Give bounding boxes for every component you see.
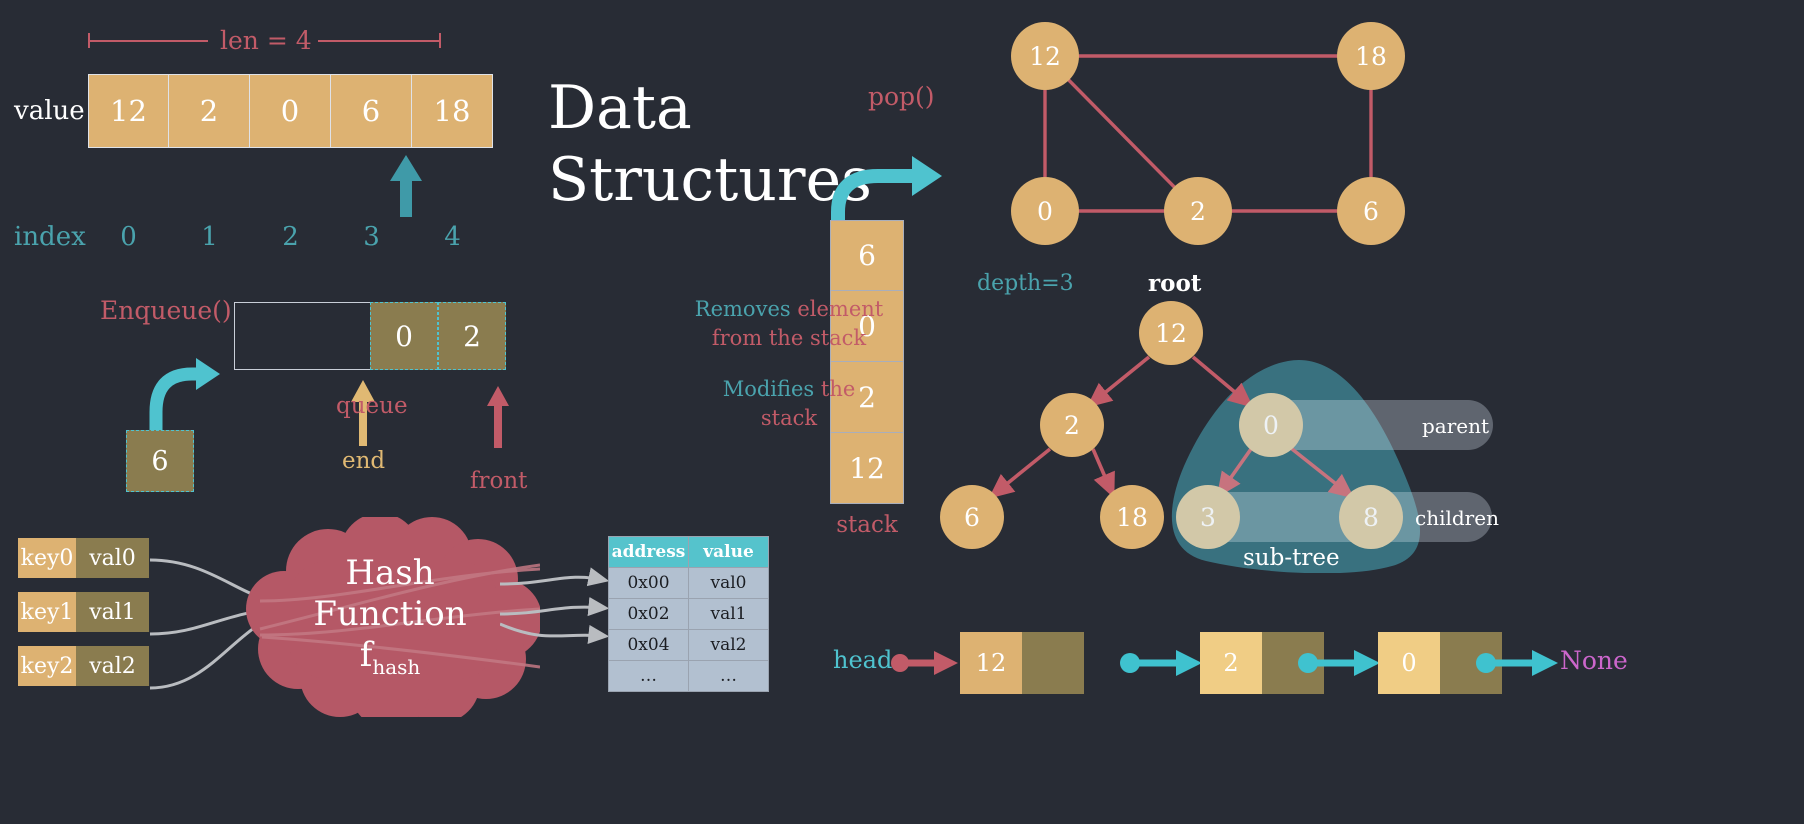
hash-cloud-line: Hash [345, 552, 435, 593]
table-header-value: value [688, 536, 769, 568]
linked-list-node-value: 0 [1378, 632, 1440, 694]
table-cell-address: … [608, 660, 689, 692]
hash-cloud-line: Function [313, 593, 467, 634]
tree-section: depth=3 root parent children 12 2 0 6 18… [0, 0, 1804, 600]
table-row[interactable]: 0x04 val2 [608, 629, 769, 661]
linked-list-section: head 12 2 0 None [820, 620, 1804, 824]
table-header-row: address value [608, 536, 769, 568]
tree-node-child[interactable]: 3 [1176, 485, 1240, 549]
hash-f-base: f [359, 634, 373, 675]
linked-list-head-label: head [833, 646, 893, 674]
infographic-canvas: Data Structures len = 4 value 12 2 0 6 1… [0, 0, 1804, 824]
hash-value[interactable]: val1 [76, 592, 149, 632]
tree-node[interactable]: 6 [940, 485, 1004, 549]
hash-value[interactable]: val0 [76, 538, 149, 578]
linked-list-node-pointer [1022, 632, 1084, 694]
hash-output-connectors [500, 567, 610, 645]
linked-list-node-value: 2 [1200, 632, 1262, 694]
hash-key[interactable]: key0 [18, 538, 76, 578]
table-cell-value: val0 [688, 567, 769, 599]
linked-list-node-value: 12 [960, 632, 1022, 694]
table-cell-address: 0x04 [608, 629, 689, 661]
table-row[interactable]: … … [608, 660, 769, 692]
linked-list-null-label: None [1560, 646, 1628, 675]
tree-node-root[interactable]: 12 [1139, 301, 1203, 365]
tree-node[interactable]: 2 [1040, 393, 1104, 457]
tree-node-child[interactable]: 8 [1339, 485, 1403, 549]
next-pointer-arrow-icon [1476, 650, 1558, 676]
next-pointer-arrow-icon [1298, 650, 1380, 676]
linked-list-node[interactable]: 12 [960, 632, 1084, 694]
table-cell-value: val2 [688, 629, 769, 661]
table-cell-value: val1 [688, 598, 769, 630]
table-row[interactable]: 0x00 val0 [608, 567, 769, 599]
next-pointer-arrow-icon [1120, 650, 1202, 676]
table-cell-address: 0x00 [608, 567, 689, 599]
hash-kv-pairs: key0 val0 key1 val1 key2 val2 [18, 538, 149, 686]
hash-key[interactable]: key2 [18, 646, 76, 686]
hash-key[interactable]: key1 [18, 592, 76, 632]
tree-node-parent[interactable]: 0 [1239, 393, 1303, 457]
hash-value[interactable]: val2 [76, 646, 149, 686]
table-row[interactable]: 0x02 val1 [608, 598, 769, 630]
table-cell-address: 0x02 [608, 598, 689, 630]
hash-f-sub: hash [372, 654, 421, 679]
hash-function-label: Hash Function fhash [240, 540, 540, 700]
tree-node[interactable]: 18 [1100, 485, 1164, 549]
tree-edges [988, 355, 1355, 499]
table-cell-value: … [688, 660, 769, 692]
head-pointer-arrow-icon [891, 651, 958, 675]
hash-address-table: address value 0x00 val0 0x02 val1 0x04 v… [608, 536, 769, 692]
hash-cloud-subscript: fhash [360, 635, 421, 688]
hash-section: key0 val0 key1 val1 key2 val2 Hash Funct… [0, 517, 830, 820]
table-header-address: address [608, 536, 689, 568]
subtree-label: sub-tree [1243, 545, 1340, 571]
